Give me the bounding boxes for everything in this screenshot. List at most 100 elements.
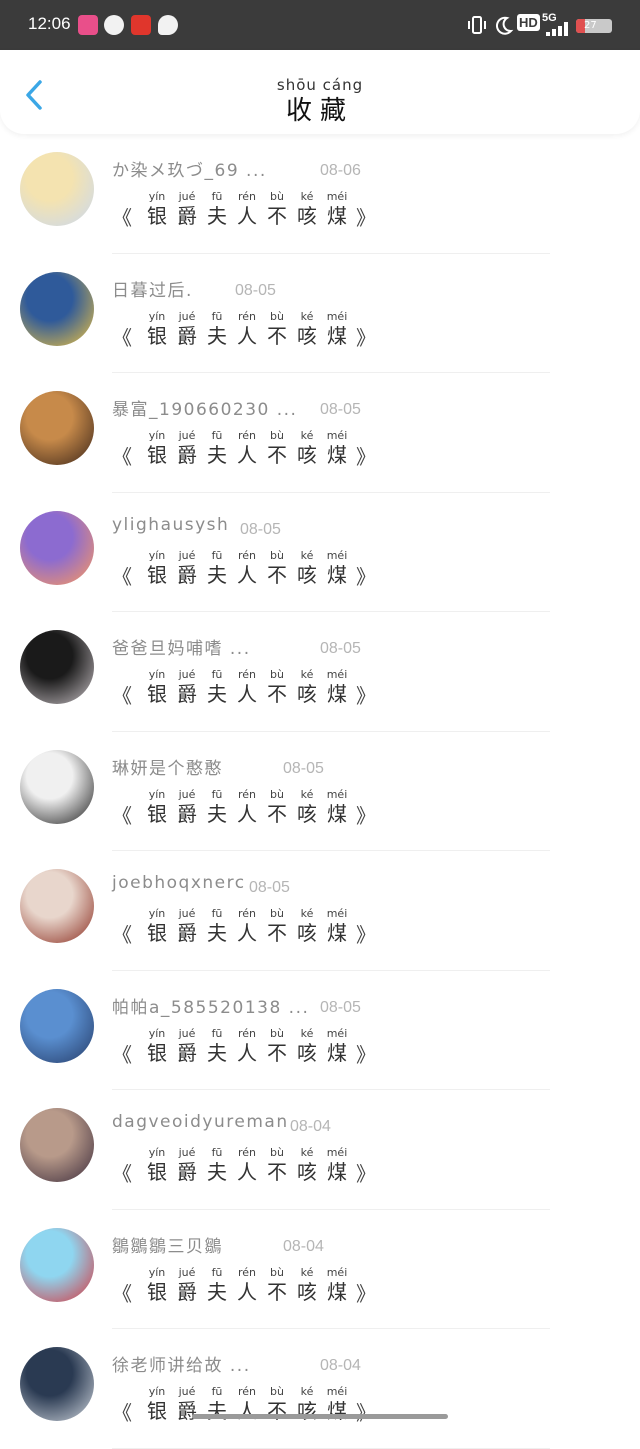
pinyin: ké: [300, 190, 314, 203]
avatar[interactable]: [20, 1227, 94, 1302]
app-notification-icon-1: [78, 15, 98, 35]
user-line: 日暮过后. 08-05: [112, 276, 276, 304]
username[interactable]: joebhoqxnerc: [112, 873, 246, 893]
hanzi: 不: [267, 1279, 287, 1304]
pinyin: rén: [237, 548, 257, 562]
ruby-char: yín 银: [142, 1385, 172, 1424]
avatar[interactable]: [20, 1108, 94, 1182]
pinyin: fū: [211, 907, 223, 920]
ruby-char: yín 银: [142, 310, 172, 349]
list-item[interactable]: 鶵鶵鶵三贝鶵 08-04 《 yín 银 jué 爵 fū 夫 rén 人 bù 不 ké 咳 méi 煤》: [0, 1210, 640, 1329]
pinyin: yín: [148, 668, 166, 681]
hanzi: 咳: [297, 1160, 317, 1184]
hanzi: 银: [147, 204, 167, 228]
username[interactable]: ylighausysh: [112, 515, 229, 535]
avatar[interactable]: [20, 630, 94, 704]
hanzi: 煤: [327, 323, 347, 348]
username[interactable]: 日暮过后.: [112, 281, 193, 301]
pinyin: yín: [148, 548, 166, 562]
user-line: ylighausysh 08-05: [112, 515, 281, 543]
hanzi: 银: [147, 443, 167, 467]
hanzi: 不: [267, 682, 287, 706]
ruby-char: jué 爵: [172, 1266, 202, 1305]
hanzi: 人: [237, 1160, 257, 1184]
list-item[interactable]: joebhoqxnerc 08-05 《 yín 银 jué 爵 fū 夫 rén 人 bù 不 ké 咳 m…: [0, 851, 640, 971]
username[interactable]: 鶵鶵鶵三贝鶵: [112, 1237, 223, 1257]
open-bracket: 《: [112, 1042, 132, 1067]
pinyin: rén: [237, 1026, 257, 1040]
hanzi: 银: [147, 1399, 167, 1423]
username[interactable]: 暴富_190660230 ...: [112, 400, 297, 420]
pinyin: méi: [326, 668, 348, 681]
avatar[interactable]: [20, 271, 94, 346]
list-item[interactable]: ylighausysh 08-05 《 yín 银 jué 爵 fū 夫 rén 人 bù 不 ké 咳 mé…: [0, 493, 640, 612]
open-bracket: 《: [112, 445, 132, 469]
pinyin: jué: [178, 907, 196, 920]
username[interactable]: か染メ玖づ_69 ...: [112, 161, 267, 181]
list-item[interactable]: 爸爸旦妈哺嗜 ... 08-05 《 yín 银 jué 爵 fū 夫 rén 人 bù 不 ké 咳 méi…: [0, 612, 640, 732]
username[interactable]: dagveoidyureman: [112, 1112, 289, 1132]
list-item[interactable]: dagveoidyureman 08-04 《 yín 银 jué 爵 fū 夫 rén 人 bù 不 k…: [0, 1090, 640, 1210]
open-bracket: 《: [112, 923, 132, 947]
pinyin: ké: [300, 1026, 314, 1040]
pinyin: ké: [300, 548, 314, 562]
ruby-char: jué 爵: [172, 1146, 202, 1185]
pinyin: bù: [270, 429, 284, 442]
ruby-char: ké 咳: [292, 549, 322, 588]
hanzi: 夫: [207, 1160, 227, 1184]
username[interactable]: 爸爸旦妈哺嗜 ...: [112, 639, 251, 659]
ruby-char: ké 咳: [292, 1146, 322, 1185]
home-indicator[interactable]: [192, 1414, 448, 1419]
hanzi: 夫: [207, 682, 227, 706]
avatar[interactable]: [20, 510, 94, 585]
hanzi: 咳: [297, 443, 317, 467]
pinyin: yín: [148, 1146, 166, 1159]
pinyin: jué: [178, 787, 196, 801]
username[interactable]: 帕帕a_585520138 ...: [112, 998, 309, 1018]
pinyin: bù: [270, 1385, 284, 1398]
list-item[interactable]: 徐老师讲给故 ... 08-04 《 yín 银 jué 爵 fū 夫 rén 人 bù 不 ké 咳 méi…: [0, 1329, 640, 1449]
top-nav-bar: shōu cáng 收藏: [0, 50, 640, 134]
username[interactable]: 琳妍是个憨憨: [112, 759, 223, 779]
hanzi: 咳: [297, 801, 317, 826]
chat-bubble-icon: [158, 15, 178, 35]
user-line: か染メ玖づ_69 ... 08-06: [112, 156, 361, 184]
hanzi: 人: [237, 562, 257, 587]
battery-icon: 27: [576, 19, 612, 33]
close-bracket: 》: [356, 1042, 376, 1067]
divider: [112, 1447, 550, 1449]
pinyin: méi: [326, 1026, 348, 1040]
avatar[interactable]: [20, 869, 94, 943]
hanzi: 咳: [297, 562, 317, 587]
pinyin: fū: [211, 1265, 223, 1279]
user-line: 暴富_190660230 ... 08-05: [112, 395, 361, 423]
avatar[interactable]: [20, 152, 94, 226]
avatar[interactable]: [20, 988, 94, 1063]
avatar[interactable]: [20, 749, 94, 824]
hanzi: 人: [237, 1279, 257, 1304]
close-bracket: 》: [356, 445, 376, 469]
list-item[interactable]: 琳妍是个憨憨 08-05 《 yín 银 jué 爵 fū 夫 rén 人 bù 不 ké 咳 méi 煤》: [0, 732, 640, 851]
list-item[interactable]: 暴富_190660230 ... 08-05 《 yín 银 jué 爵 fū 夫 rén 人 bù 不…: [0, 373, 640, 493]
hanzi: 夫: [207, 443, 227, 467]
ruby-char: méi 煤: [322, 1146, 352, 1185]
hanzi: 人: [237, 801, 257, 826]
ruby-char: méi 煤: [322, 1266, 352, 1305]
pinyin: ké: [300, 309, 314, 323]
ruby-char: rén 人: [232, 1027, 262, 1066]
back-arrow-icon[interactable]: [20, 78, 50, 112]
ruby-char: jué 爵: [172, 190, 202, 229]
open-bracket: 《: [112, 325, 132, 350]
hanzi: 不: [267, 1399, 287, 1423]
list-item[interactable]: か染メ玖づ_69 ... 08-06 《 yín 银 jué 爵 fū 夫 rén 人 bù 不 ké 咳 m…: [0, 134, 640, 254]
avatar[interactable]: [20, 1347, 94, 1421]
ruby-char: bù 不: [262, 668, 292, 707]
ruby-char: yín 银: [142, 907, 172, 946]
list-item[interactable]: 日暮过后. 08-05 《 yín 银 jué 爵 fū 夫 rén 人 bù 不 ké 咳 méi 煤》: [0, 254, 640, 373]
username[interactable]: 徐老师讲给故 ...: [112, 1356, 251, 1376]
avatar[interactable]: [20, 391, 94, 465]
pinyin: ké: [300, 1385, 314, 1398]
pinyin: jué: [178, 668, 196, 681]
list-item[interactable]: 帕帕a_585520138 ... 08-05 《 yín 银 jué 爵 fū 夫 rén 人 bù…: [0, 971, 640, 1090]
vibrate-icon: [468, 16, 486, 34]
